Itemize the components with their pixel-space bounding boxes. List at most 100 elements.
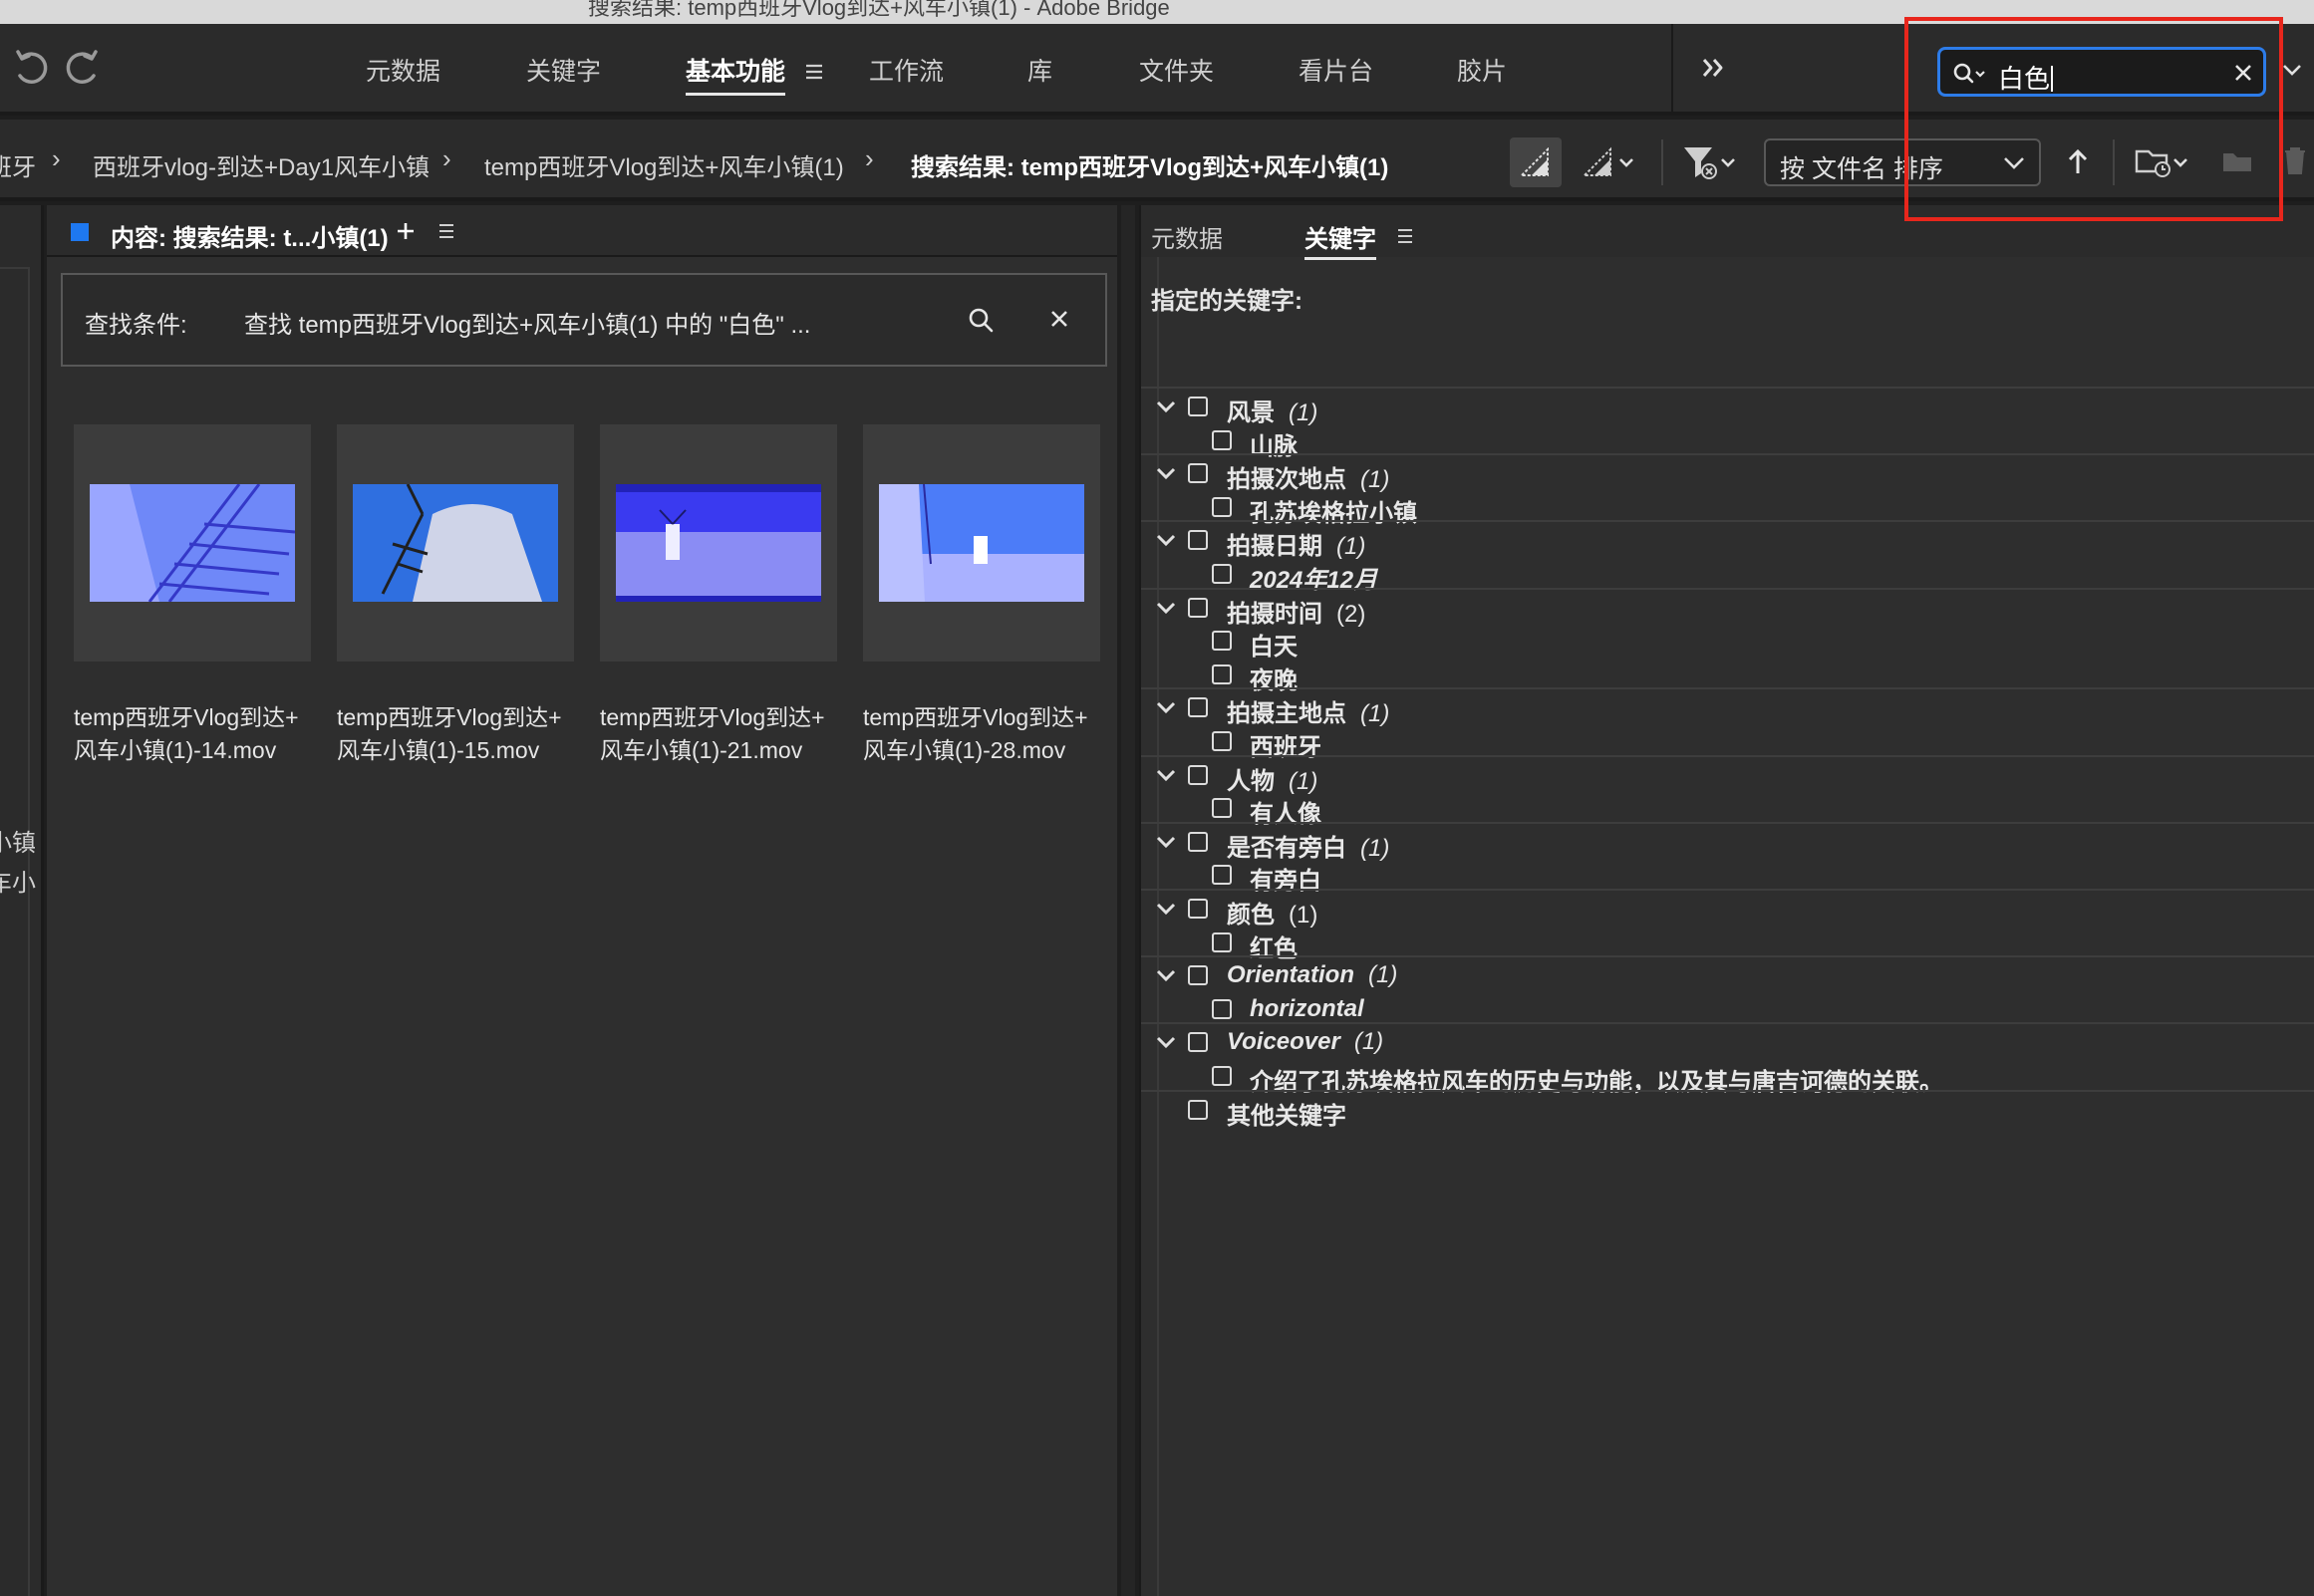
- panel-menu-icon[interactable]: [1396, 227, 1414, 245]
- tab-essentials[interactable]: 基本功能: [686, 52, 786, 96]
- chevron-down-icon[interactable]: [1155, 696, 1177, 718]
- keyword-checkbox[interactable]: [1212, 631, 1232, 652]
- tab-metadata-panel[interactable]: 元数据: [1151, 219, 1223, 254]
- search-input[interactable]: 白色: [1937, 47, 2266, 97]
- keyword-checkbox[interactable]: [1188, 463, 1208, 484]
- rating-filter-icon[interactable]: [1581, 137, 1642, 187]
- keyword-checkbox[interactable]: [1188, 1099, 1208, 1120]
- chevron-down-icon[interactable]: [1155, 1031, 1177, 1053]
- tab-filmstrip[interactable]: 胶片: [1457, 52, 1507, 88]
- chevron-down-icon[interactable]: [1155, 462, 1177, 484]
- filename-line: 风车小镇(1)-21.mov: [600, 737, 803, 763]
- keyword-checkbox[interactable]: [1188, 831, 1208, 852]
- more-workspaces-icon[interactable]: [1700, 56, 1726, 80]
- workspace-menu-icon[interactable]: [804, 62, 824, 82]
- keyword-checkbox[interactable]: [1212, 798, 1232, 819]
- undo-icon[interactable]: [8, 44, 58, 94]
- search-icon[interactable]: [968, 307, 996, 335]
- keyword-checkbox[interactable]: [1212, 998, 1232, 1019]
- tab-metadata[interactable]: 元数据: [366, 52, 440, 88]
- search-criteria-bar: 查找条件: 查找 temp西班牙Vlog到达+风车小镇(1) 中的 "白色" .…: [61, 273, 1107, 367]
- other-keywords-row[interactable]: 其他关键字: [1141, 1086, 2314, 1134]
- thumbnail-image: [90, 484, 295, 602]
- search-icon: [1953, 63, 1985, 84]
- keyword-checkbox[interactable]: [1212, 931, 1232, 952]
- panel-menu-icon[interactable]: [437, 222, 455, 240]
- panel-splitter-handle[interactable]: [1121, 205, 1135, 1596]
- chevron-down-icon[interactable]: [1155, 529, 1177, 551]
- assigned-keywords-label: 指定的关键字:: [1151, 288, 1302, 315]
- tab-folders[interactable]: 文件夹: [1139, 52, 1214, 88]
- chevron-down-icon[interactable]: [1155, 964, 1177, 986]
- recent-folders-icon[interactable]: [2133, 137, 2196, 187]
- chevron-down-icon[interactable]: [1155, 597, 1177, 619]
- tab-keywords[interactable]: 关键字: [526, 52, 601, 88]
- filename-line: temp西班牙Vlog到达+: [74, 704, 299, 730]
- tab-light-table[interactable]: 看片台: [1299, 52, 1373, 88]
- keyword-checkbox[interactable]: [1188, 764, 1208, 785]
- tab-keywords-panel[interactable]: 关键字: [1304, 219, 1376, 260]
- thumbnail-quality-button[interactable]: [1510, 137, 1562, 187]
- tab-workflow[interactable]: 工作流: [869, 52, 944, 88]
- chevron-down-icon[interactable]: [1155, 396, 1177, 417]
- thumbnail-card[interactable]: [600, 424, 837, 662]
- breadcrumb-separator-icon: ›: [442, 143, 451, 173]
- chevron-down-icon[interactable]: [1155, 764, 1177, 786]
- breadcrumb-current[interactable]: 搜索结果: temp西班牙Vlog到达+风车小镇(1): [911, 147, 1388, 182]
- thumbnail-card[interactable]: [74, 424, 311, 662]
- trash-icon[interactable]: [2280, 137, 2310, 187]
- pathbar-divider: [2113, 139, 2115, 185]
- keyword-checkbox[interactable]: [1212, 1066, 1232, 1086]
- keyword-checkbox[interactable]: [1212, 731, 1232, 751]
- breadcrumb-item[interactable]: 西班牙vlog-到达+Day1风车小镇: [93, 147, 430, 182]
- keyword-checkbox[interactable]: [1212, 865, 1232, 886]
- thumbnail-card[interactable]: [863, 424, 1100, 662]
- keyword-checkbox[interactable]: [1188, 530, 1208, 551]
- other-keywords-label: 其他关键字: [1227, 1102, 1346, 1130]
- thumbnail-filename: temp西班牙Vlog到达+ 风车小镇(1)-28.mov: [863, 701, 1112, 767]
- keyword-checkbox[interactable]: [1188, 1032, 1208, 1053]
- chevron-down-icon[interactable]: [1155, 898, 1177, 920]
- redo-icon[interactable]: [56, 44, 106, 94]
- new-folder-icon[interactable]: [2220, 137, 2254, 187]
- folder-item-clipped[interactable]: 小镇: [0, 823, 36, 858]
- keyword-checkbox[interactable]: [1188, 397, 1208, 416]
- thumbnail-image: [879, 484, 1084, 602]
- breadcrumb-separator-icon: ›: [52, 143, 61, 173]
- content-panel-header: 内容: 搜索结果: t...小镇(1): [47, 205, 1117, 257]
- keyword-checkbox[interactable]: [1212, 496, 1232, 517]
- folder-item-clipped[interactable]: 车小: [0, 863, 36, 898]
- keyword-checkbox[interactable]: [1212, 429, 1232, 450]
- breadcrumb-item[interactable]: 班牙: [0, 147, 36, 182]
- chevron-down-icon[interactable]: [1155, 831, 1177, 853]
- panel-color-swatch: [71, 223, 89, 241]
- clear-search-icon[interactable]: [2233, 63, 2253, 83]
- thumbnail-image: [353, 484, 558, 602]
- add-tab-icon[interactable]: [396, 221, 416, 241]
- search-value[interactable]: 白色: [1998, 59, 2054, 96]
- sort-dropdown[interactable]: 按 文件名 排序: [1764, 138, 2041, 186]
- tab-libraries[interactable]: 库: [1027, 52, 1052, 88]
- search-options-chevron-icon[interactable]: [2282, 64, 2302, 78]
- keyword-checkbox[interactable]: [1188, 597, 1208, 618]
- criteria-value: 查找 temp西班牙Vlog到达+风车小镇(1) 中的 "白色" ...: [244, 312, 811, 339]
- thumbnail-filename: temp西班牙Vlog到达+ 风车小镇(1)-15.mov: [337, 701, 586, 767]
- window-title: 搜索结果: temp西班牙Vlog到达+风车小镇(1) - Adobe Brid…: [588, 0, 1170, 20]
- thumbnail-filename: temp西班牙Vlog到达+ 风车小镇(1)-14.mov: [74, 701, 323, 767]
- close-icon[interactable]: [1049, 309, 1069, 329]
- pathbar-divider: [1661, 139, 1663, 185]
- sort-ascending-icon[interactable]: [2063, 137, 2093, 187]
- filter-items-icon[interactable]: [1680, 137, 1744, 187]
- keyword-checkbox[interactable]: [1188, 899, 1208, 919]
- path-bar: 班牙 › 西班牙vlog-到达+Day1风车小镇 › temp西班牙Vlog到达…: [0, 120, 2314, 201]
- folders-panel: 小镇 车小: [0, 205, 44, 1596]
- keyword-checkbox[interactable]: [1188, 965, 1208, 986]
- content-panel-title[interactable]: 内容: 搜索结果: t...小镇(1): [111, 218, 389, 253]
- chevron-down-icon: [2004, 157, 2024, 169]
- thumbnail-card[interactable]: [337, 424, 574, 662]
- breadcrumb-item[interactable]: temp西班牙Vlog到达+风车小镇(1): [484, 147, 844, 182]
- keyword-checkbox[interactable]: [1188, 697, 1208, 718]
- keyword-list: 风景 (1) 山脉 拍摄次地点 (1) 孔苏埃格拉小镇 拍摄日期 (1) 2024年12月 拍摄时…: [1141, 387, 2314, 1596]
- keyword-checkbox[interactable]: [1212, 664, 1232, 684]
- keyword-checkbox[interactable]: [1212, 564, 1232, 584]
